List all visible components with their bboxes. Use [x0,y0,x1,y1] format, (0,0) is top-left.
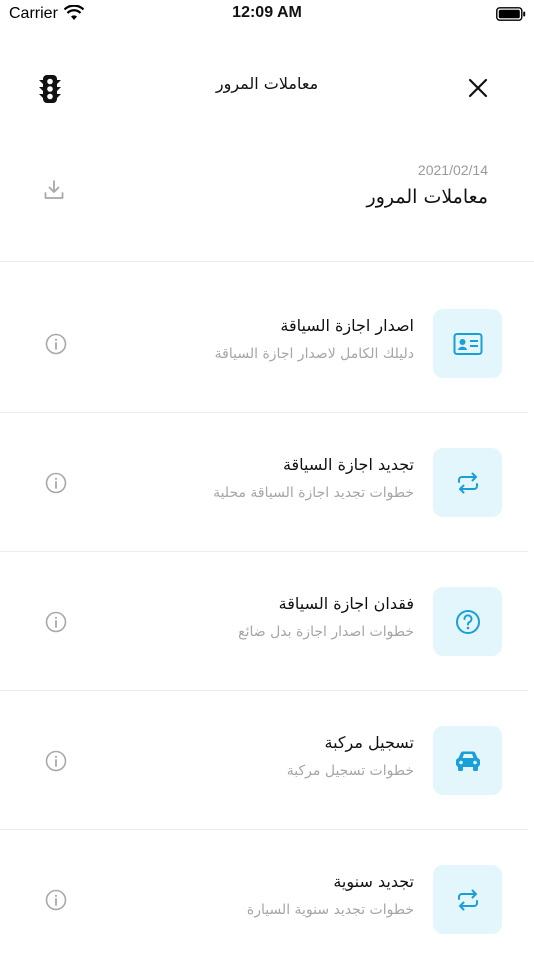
info-icon[interactable] [45,333,67,355]
car-icon [455,750,480,771]
item-icon-tile [433,726,502,795]
header-divider [0,261,534,262]
close-icon[interactable] [466,76,490,100]
item-icon-tile [433,309,502,378]
item-title: تسجيل مركبة [324,733,414,752]
repeat-icon [457,472,478,493]
list-item[interactable]: اصدار اجازة السياقة دليلك الكامل لاصدار … [0,274,534,413]
item-icon-tile [433,587,502,656]
item-subtitle: خطوات تجديد اجازة السياقة محلية [213,485,414,501]
info-icon[interactable] [45,750,67,772]
item-subtitle: دليلك الكامل لاصدار اجازة السياقة [214,346,414,362]
item-subtitle: خطوات اصدار اجازة بدل ضائع [238,624,414,640]
question-circle-icon [455,609,480,634]
status-bar: Carrier 12:09 AM [0,0,534,30]
battery-icon [496,7,526,21]
status-time: 12:09 AM [232,4,302,21]
info-icon[interactable] [45,611,67,633]
page-title: معاملات المرور [366,186,488,208]
page-header: 2021/02/14 معاملات المرور [0,150,534,260]
transaction-list: اصدار اجازة السياقة دليلك الكامل لاصدار … [0,274,534,969]
list-item[interactable]: تجديد سنوية خطوات تجديد سنوية السيارة [0,830,534,969]
id-card-icon [453,332,482,355]
item-subtitle: خطوات تسجيل مركبة [286,763,414,779]
nav-title: معاملات المرور [215,74,319,93]
navigation-bar: معاملات المرور [0,60,534,116]
list-item[interactable]: تسجيل مركبة خطوات تسجيل مركبة [0,691,534,830]
header-date: 2021/02/14 [417,162,488,178]
item-icon-tile [433,448,502,517]
item-title: تجديد سنوية [333,872,414,891]
item-title: تجديد اجازة السياقة [282,455,414,474]
item-subtitle: خطوات تجديد سنوية السيارة [246,902,414,918]
repeat-icon [457,889,478,910]
download-icon[interactable] [42,178,66,202]
list-item[interactable]: فقدان اجازة السياقة خطوات اصدار اجازة بد… [0,552,534,691]
list-item[interactable]: تجديد اجازة السياقة خطوات تجديد اجازة ال… [0,413,534,552]
info-icon[interactable] [45,889,67,911]
info-icon[interactable] [45,472,67,494]
item-icon-tile [433,865,502,934]
item-title: اصدار اجازة السياقة [280,316,414,335]
item-title: فقدان اجازة السياقة [278,594,414,613]
